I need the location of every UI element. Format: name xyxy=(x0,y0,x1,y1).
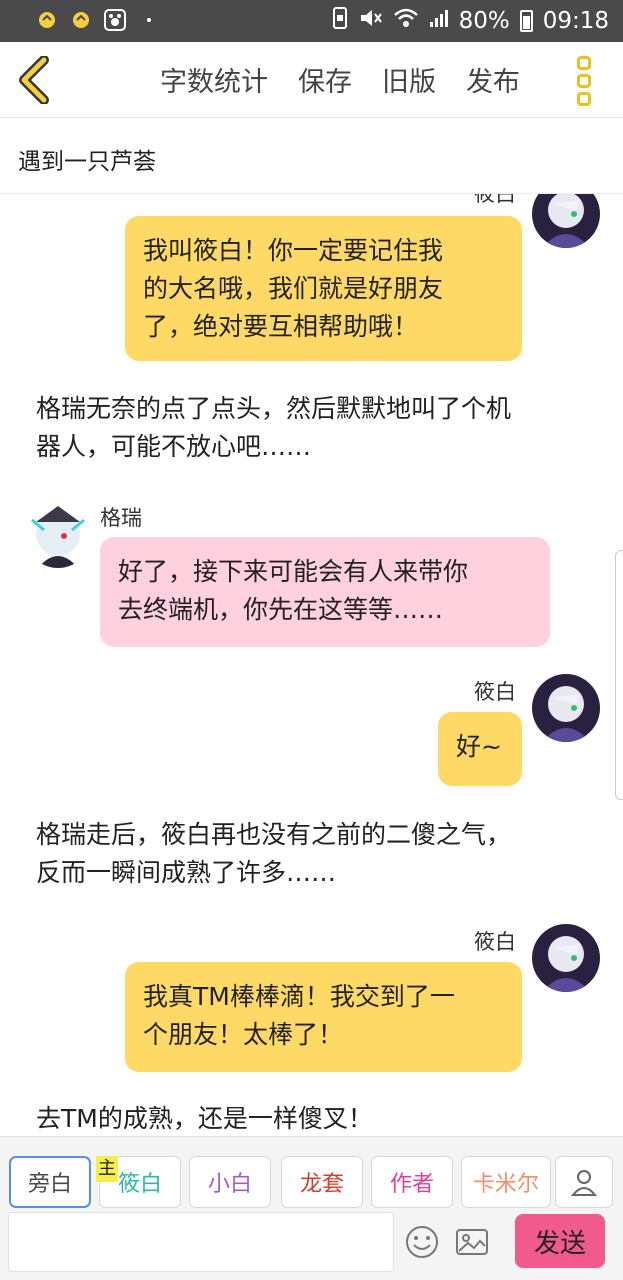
chat-bubble: 我真TM棒棒滴！我交到了一 个朋友！太棒了！ xyxy=(125,962,522,1072)
send-button[interactable]: 发送 xyxy=(515,1214,605,1268)
more-dot xyxy=(577,92,591,106)
chat-content[interactable]: 筱白 我叫筱白！你一定要记住我 的大名哦，我们就是好朋友 了，绝对要互相帮助哦！… xyxy=(0,194,623,1136)
add-role-button[interactable] xyxy=(555,1156,613,1208)
emoji-button[interactable] xyxy=(404,1224,440,1260)
chat-bubble: 我叫筱白！你一定要记住我 的大名哦，我们就是好朋友 了，绝对要互相帮助哦！ xyxy=(125,216,522,361)
avatar-gerui[interactable] xyxy=(24,500,92,568)
narration: 去TM的成熟，还是一样傻叉！ xyxy=(36,1100,596,1136)
bubble-line: 好~ xyxy=(456,732,502,761)
role-kamier[interactable]: 卡米尔 xyxy=(461,1156,551,1208)
narration-line: 反而一瞬间成熟了许多…… xyxy=(36,858,337,887)
more-menu-icon[interactable] xyxy=(577,56,601,106)
chevron-left-icon xyxy=(19,55,49,105)
app-notification-icon xyxy=(36,9,58,31)
publish-button[interactable]: 发布 xyxy=(466,60,520,99)
narration-line: 器人，可能不放心吧…… xyxy=(36,432,312,461)
avatar-xiaobai[interactable] xyxy=(532,674,600,742)
speaker-name: 筱白 xyxy=(474,930,516,954)
narration-line: 去TM的成熟，还是一样傻叉！ xyxy=(36,1104,373,1133)
bubble-line: 的大名哦，我们就是好朋友 xyxy=(143,274,444,303)
app-notification-icon xyxy=(70,9,92,31)
narration-line: 格瑞走后，筱白再也没有之前的二傻之气， xyxy=(36,820,512,849)
old-version-button[interactable]: 旧版 xyxy=(382,60,436,99)
more-dot xyxy=(577,56,591,70)
role-author[interactable]: 作者 xyxy=(371,1156,453,1208)
more-dot xyxy=(577,74,591,88)
role-narrator[interactable]: 旁白 xyxy=(9,1156,91,1208)
word-count-button[interactable]: 字数统计 xyxy=(160,60,268,99)
mute-icon xyxy=(359,7,383,35)
speaker-name: 筱白 xyxy=(474,680,516,704)
story-title-bar[interactable]: 遇到一只芦荟 xyxy=(0,118,623,194)
battery-percent: 80% xyxy=(458,8,510,34)
role-xiaobai-2[interactable]: 小白 xyxy=(189,1156,271,1208)
toolbar-menu: 字数统计 保存 旧版 发布 xyxy=(160,60,520,99)
avatar-xiaobai[interactable] xyxy=(532,924,600,992)
save-button[interactable]: 保存 xyxy=(298,60,352,99)
battery-icon xyxy=(519,10,533,32)
person-icon xyxy=(570,1170,598,1196)
speaker-name: 筱白 xyxy=(474,194,516,206)
image-button[interactable] xyxy=(454,1224,490,1260)
back-button[interactable] xyxy=(14,55,58,105)
vibrate-icon xyxy=(331,7,349,35)
narration: 格瑞无奈的点了点头，然后默默地叫了个机 器人，可能不放心吧…… xyxy=(36,390,596,466)
system-indicators: 80% 09:18 xyxy=(331,7,609,35)
chat-bubble: 好~ xyxy=(438,712,522,786)
input-bar: 发送 xyxy=(0,1208,623,1280)
dot-icon xyxy=(138,9,160,31)
role-extra[interactable]: 龙套 xyxy=(281,1156,363,1208)
avatar-xiaobai[interactable] xyxy=(532,194,600,248)
notification-icons xyxy=(36,9,160,31)
bubble-line: 好了，接下来可能会有人来带你 xyxy=(118,557,469,586)
narration: 格瑞走后，筱白再也没有之前的二傻之气， 反而一瞬间成熟了许多…… xyxy=(36,816,596,892)
baidu-icon xyxy=(104,9,126,31)
chat-bubble: 好了，接下来可能会有人来带你 去终端机，你先在这等等…… xyxy=(100,537,550,647)
main-role-tag: 主 xyxy=(96,1156,118,1182)
bubble-line: 我真TM棒棒滴！我交到了一 xyxy=(143,982,455,1011)
app-bar: 字数统计 保存 旧版 发布 xyxy=(0,42,623,118)
status-bar: 80% 09:18 xyxy=(0,0,623,42)
narration-line: 格瑞无奈的点了点头，然后默默地叫了个机 xyxy=(36,394,512,423)
scrollbar[interactable] xyxy=(615,550,623,800)
bubble-line: 我叫筱白！你一定要记住我 xyxy=(143,236,444,265)
wifi-icon xyxy=(393,7,419,35)
bubble-line: 了，绝对要互相帮助哦！ xyxy=(143,312,419,341)
signal-icon xyxy=(429,8,449,34)
message-input[interactable] xyxy=(8,1212,394,1272)
smiley-icon xyxy=(406,1226,438,1258)
role-selector: 旁白 筱白 主 小白 龙套 作者 卡米尔 xyxy=(0,1136,623,1208)
bubble-line: 去终端机，你先在这等等…… xyxy=(118,595,444,624)
image-icon xyxy=(456,1229,488,1255)
story-title: 遇到一只芦荟 xyxy=(18,149,156,175)
speaker-name: 格瑞 xyxy=(100,506,142,530)
clock: 09:18 xyxy=(542,8,609,34)
bubble-line: 个朋友！太棒了！ xyxy=(143,1020,344,1049)
